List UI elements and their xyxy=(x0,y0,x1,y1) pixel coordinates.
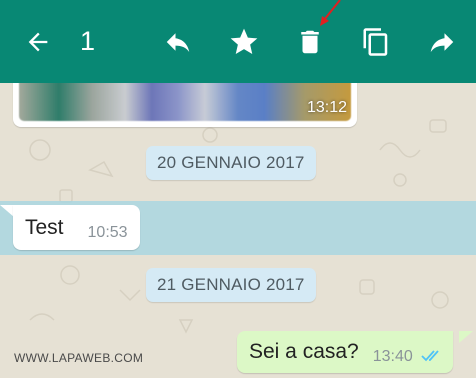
forward-icon xyxy=(430,33,454,52)
back-arrow-icon xyxy=(28,32,48,52)
annotation-arrow-icon xyxy=(320,0,341,26)
delete-icon xyxy=(301,30,319,54)
copy-icon xyxy=(363,28,388,56)
star-icon xyxy=(230,28,258,54)
outgoing-message-time: 13:40 xyxy=(372,348,413,365)
image-message-bubble[interactable]: 13:12 xyxy=(13,79,357,127)
delete-button[interactable] xyxy=(290,22,330,62)
incoming-message-text: Test xyxy=(25,215,64,239)
copy-button[interactable] xyxy=(356,22,396,62)
back-button[interactable] xyxy=(18,22,58,62)
image-message-time: 13:12 xyxy=(306,99,347,116)
watermark: WWW.LAPAWEB.COM xyxy=(14,351,144,365)
incoming-message-bubble[interactable]: Test 10:53 xyxy=(13,205,140,250)
incoming-message-time: 10:53 xyxy=(87,223,128,241)
image-thumbnail[interactable] xyxy=(19,79,351,121)
date-separator: 20 GENNAIO 2017 xyxy=(146,146,316,180)
forward-button[interactable] xyxy=(422,22,462,62)
reply-button[interactable] xyxy=(158,22,198,62)
selected-count: 1 xyxy=(80,26,96,56)
reply-icon xyxy=(166,33,190,52)
selection-toolbar: 1 xyxy=(0,0,476,83)
outgoing-message-text: Sei a casa? xyxy=(249,340,359,363)
read-receipt-icon xyxy=(421,350,439,362)
incoming-bubble-tail xyxy=(0,205,14,217)
outgoing-message-bubble[interactable]: Sei a casa? 13:40 xyxy=(237,331,453,373)
date-separator: 21 GENNAIO 2017 xyxy=(146,268,316,302)
outgoing-bubble-tail xyxy=(459,331,473,343)
star-button[interactable] xyxy=(224,22,264,62)
